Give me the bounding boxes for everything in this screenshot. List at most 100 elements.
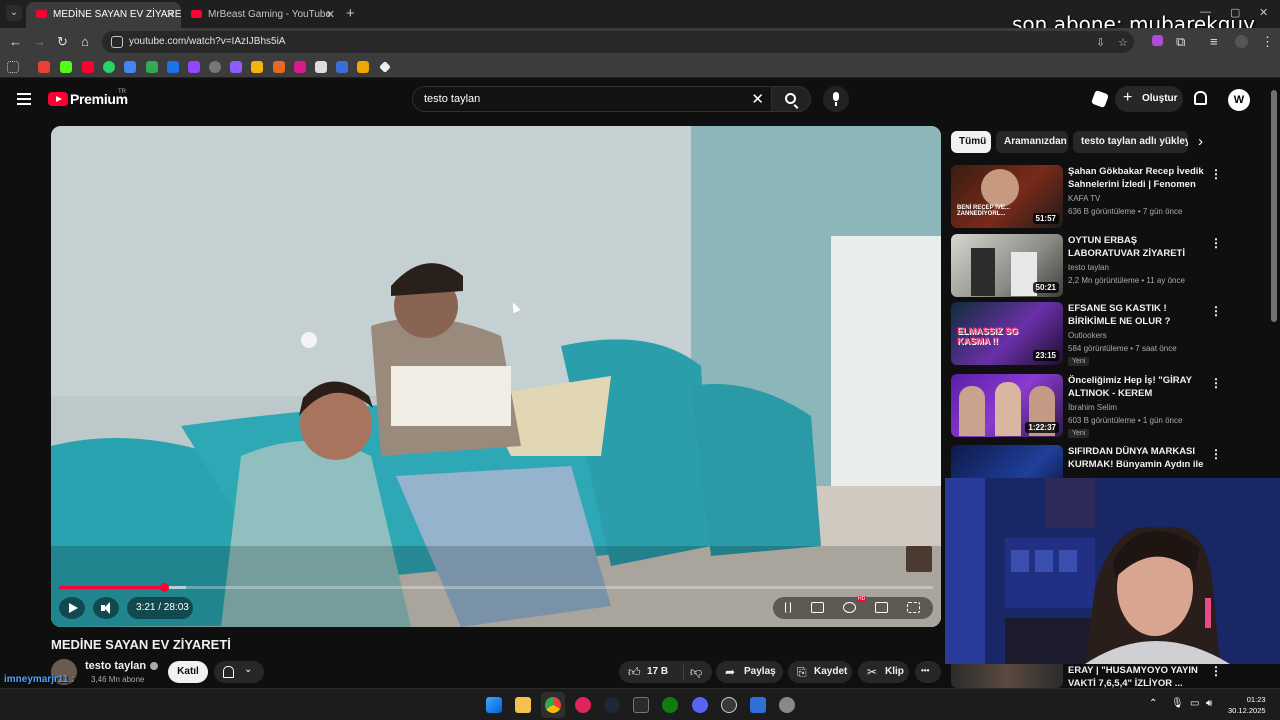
speaker-icon[interactable]: 🔊︎ [1206, 698, 1212, 709]
epic-games-icon[interactable] [633, 697, 649, 713]
share-button[interactable]: ➦ Paylaş [716, 661, 783, 683]
close-tab-icon[interactable]: ✕ [326, 8, 335, 21]
settings-gear-icon[interactable] [779, 697, 795, 713]
clip-button[interactable]: ✂ Klip [858, 661, 909, 683]
more-actions-button[interactable]: ••• [915, 661, 941, 683]
recommendation-title[interactable]: Şahan Gökbakar Recep İvedik Sahnelerini … [1068, 165, 1204, 192]
chevron-right-icon[interactable]: › [1198, 133, 1203, 150]
bookmark-icon[interactable] [294, 61, 306, 73]
video-thumbnail[interactable]: 50:21 [951, 234, 1063, 297]
address-bar[interactable]: youtube.com/watch?v=IAzIJBhs5iA ⇩ ☆ [102, 31, 1134, 53]
start-windows-icon[interactable] [486, 697, 502, 713]
like-count[interactable]: 17 B [647, 666, 668, 677]
chip-all[interactable]: Tümü [951, 131, 991, 153]
bookmark-whatsapp-icon[interactable] [103, 61, 115, 73]
bookmark-twitch-icon[interactable] [188, 61, 200, 73]
tab-mrbeast[interactable]: MrBeast Gaming - YouTube ✕ [181, 2, 341, 28]
back-icon[interactable]: ← [9, 34, 22, 49]
create-button[interactable]: + Oluştur [1115, 86, 1183, 112]
bookmark-youtube-icon[interactable] [82, 61, 94, 73]
volume-button[interactable] [93, 597, 119, 619]
bookmark-icon[interactable] [146, 61, 158, 73]
tab-search-icon[interactable]: ⌄ [6, 5, 22, 21]
chrome-icon[interactable] [545, 697, 561, 713]
recommendation-channel[interactable]: İbrahim Selim [1068, 403, 1117, 412]
video-thumbnail[interactable]: 1:22:37 [951, 374, 1063, 437]
close-window-button[interactable]: ✕ [1259, 6, 1268, 19]
recommendation-item[interactable]: ERAY | "HUSAMYOYO YAYIN VAKTİ 7,6,5,4" İ… [951, 664, 1223, 688]
video-thumbnail[interactable]: ELMASSIZ SG KASMA !! 23:15 [951, 302, 1063, 365]
bookmark-icon[interactable] [167, 61, 179, 73]
subscription-bell-button[interactable]: ⌄ [214, 661, 264, 683]
channel-name-row[interactable]: testo taylan [85, 660, 159, 672]
recommendation-item[interactable]: ELMASSIZ SG KASMA !! 23:15 EFSANE SG KAS… [951, 302, 1223, 366]
bookmark-star-icon[interactable]: ☆ [1118, 36, 1128, 49]
video-player[interactable]: 3:21 / 28:03 HD [51, 126, 941, 627]
bookmark-globe-icon[interactable] [209, 61, 221, 73]
subtitles-icon[interactable] [811, 602, 824, 613]
discord-icon[interactable] [692, 697, 708, 713]
home-icon[interactable]: ⌂ [81, 34, 89, 49]
progress-scrubber[interactable] [159, 583, 169, 592]
recommendation-channel[interactable]: Outlookers [1068, 331, 1107, 340]
progress-bar[interactable] [59, 583, 933, 592]
account-avatar[interactable]: W [1228, 89, 1250, 111]
bookmark-kick-icon[interactable] [60, 61, 72, 73]
microphone-icon[interactable]: 🎙︎ [1171, 698, 1184, 709]
xbox-icon[interactable] [662, 697, 678, 713]
recommendation-channel[interactable]: KAFA TV [1068, 194, 1100, 203]
bookmark-icon[interactable] [336, 61, 348, 73]
recommendation-title[interactable]: Önceliğimiz Hep İş! "GİRAY ALTINOK - KER… [1068, 374, 1204, 401]
recommendation-title[interactable]: EFSANE SG KASTIK ! BİRİKİMLE NE OLUR ? L… [1068, 302, 1204, 329]
join-button[interactable]: Katıl [168, 661, 208, 683]
bookmark-icon[interactable] [357, 61, 369, 73]
site-info-icon[interactable] [111, 36, 123, 48]
forward-icon[interactable]: → [33, 34, 46, 49]
dislike-icon[interactable]: 👎︎ [683, 665, 702, 680]
install-app-icon[interactable]: ⇩ [1096, 36, 1105, 49]
more-vert-icon[interactable]: ⋮ [1210, 304, 1222, 318]
bookmark-translate-icon[interactable] [124, 61, 136, 73]
app-icon[interactable] [721, 697, 737, 713]
channel-name[interactable]: testo taylan [85, 660, 146, 672]
steam-icon[interactable] [604, 697, 620, 713]
recommendation-item[interactable]: SIFIRDAN DÜNYA MARKASI KURMAK! Bünyamin … [951, 445, 1223, 478]
tray-chevron-up-icon[interactable]: ⌃ [1149, 698, 1157, 709]
system-clock[interactable]: 01:23 30.12.2025 [1228, 694, 1266, 716]
network-icon[interactable]: ▭ [1190, 698, 1199, 709]
more-vert-icon[interactable]: ⋮ [1210, 376, 1222, 390]
chrome-menu-icon[interactable]: ⋮ [1261, 34, 1274, 50]
app-icon[interactable] [750, 697, 766, 713]
more-vert-icon[interactable]: ⋮ [1210, 664, 1222, 678]
page-scrollbar[interactable] [1271, 90, 1277, 322]
recommendation-title[interactable]: ERAY | "HUSAMYOYO YAYIN VAKTİ 7,6,5,4" İ… [1068, 664, 1204, 688]
apps-grid-icon[interactable] [7, 61, 19, 73]
recommendation-item[interactable]: 50:21 OYTUN ERBAŞ LABORATUVAR ZİYARETİ t… [951, 234, 1223, 298]
channel-watermark[interactable] [906, 546, 932, 572]
bookmark-diamond-icon[interactable] [379, 61, 391, 73]
new-tab-button[interactable]: + [346, 5, 355, 22]
search-button[interactable] [771, 86, 811, 112]
bookmark-stack-icon[interactable] [315, 61, 327, 73]
youtube-logo-icon[interactable] [48, 92, 68, 106]
bookmark-icon[interactable] [273, 61, 285, 73]
video-thumbnail[interactable] [951, 664, 1063, 688]
extension-icon[interactable] [1152, 35, 1163, 46]
reload-icon[interactable]: ↻ [57, 34, 68, 50]
premium-icon[interactable] [1091, 90, 1109, 108]
recommendation-channel[interactable]: testo taylan [1068, 263, 1109, 272]
bookmark-icon[interactable] [251, 61, 263, 73]
tab-youtube-video[interactable]: MEDİNE SAYAN EV ZİYARETİ - YouTube ✕ [26, 2, 181, 28]
clear-search-icon[interactable]: ✕ [751, 90, 764, 108]
notifications-icon[interactable] [1194, 91, 1207, 105]
bookmark-icon[interactable] [230, 61, 242, 73]
save-button[interactable]: ⎘ Kaydet [788, 661, 852, 683]
chip-from-search[interactable]: Aramanızdan [996, 131, 1068, 153]
theater-mode-icon[interactable] [875, 602, 888, 613]
voice-search-icon[interactable] [823, 86, 849, 112]
menu-icon[interactable] [17, 93, 31, 105]
more-vert-icon[interactable]: ⋮ [1210, 167, 1222, 181]
settings-gear-icon[interactable] [843, 602, 856, 613]
recommendation-title[interactable]: OYTUN ERBAŞ LABORATUVAR ZİYARETİ [1068, 234, 1204, 260]
video-thumbnail[interactable]: BENİ RECEP İVE... ZANNEDİYORL... 51:57 [951, 165, 1063, 228]
